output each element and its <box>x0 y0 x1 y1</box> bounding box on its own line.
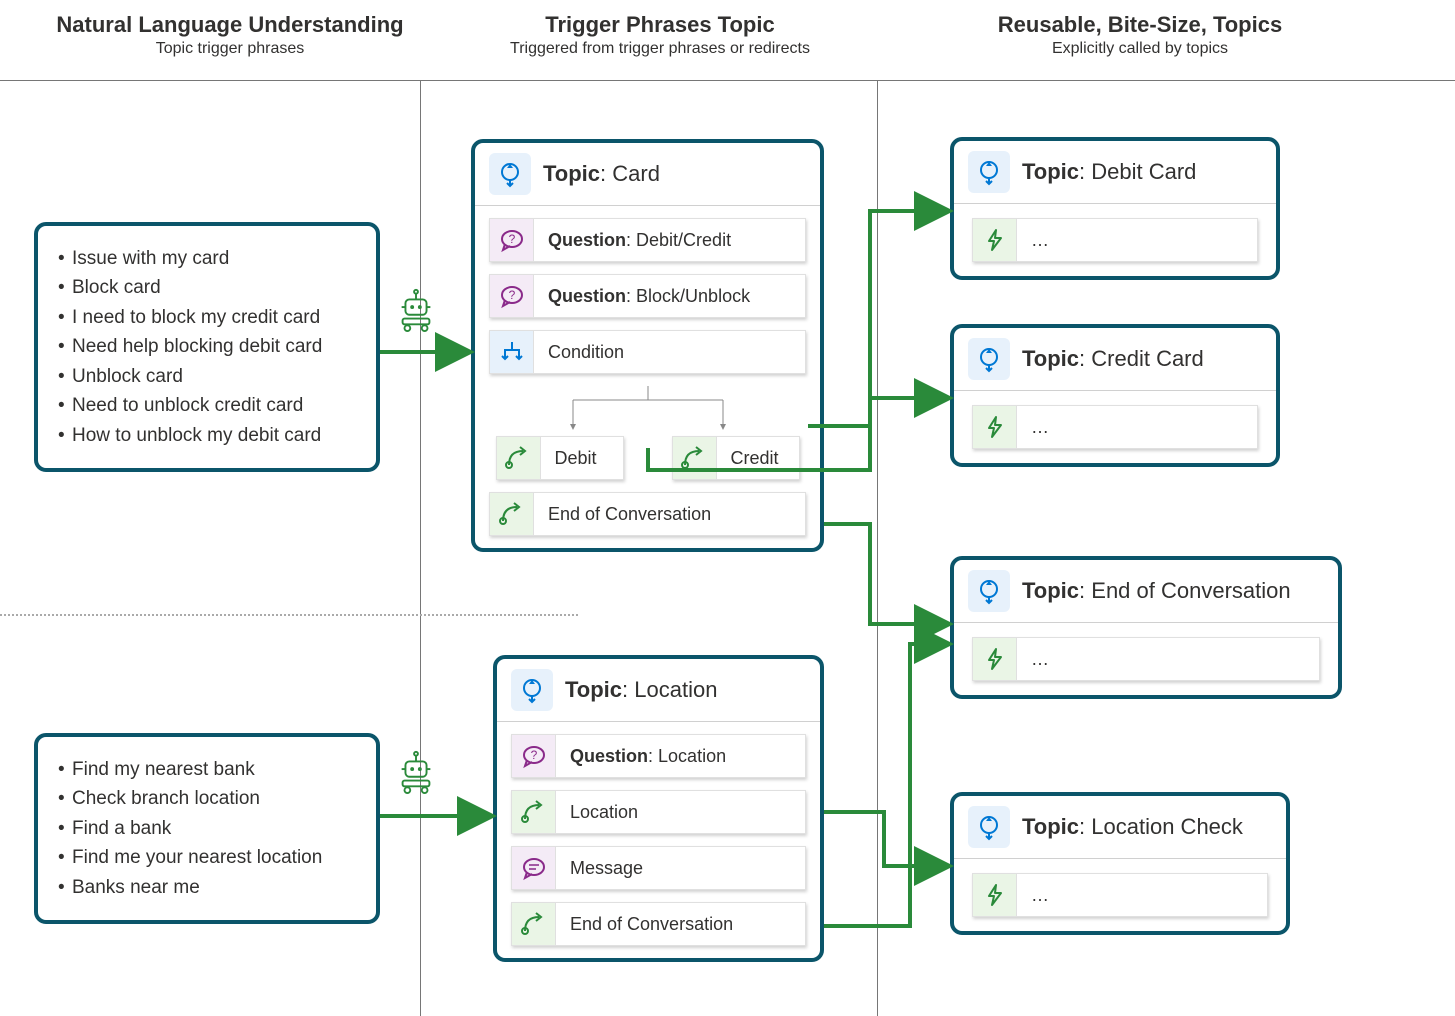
col3-title: Reusable, Bite-Size, Topics <box>920 12 1360 38</box>
message-label: Message <box>556 858 805 879</box>
question-node: ? Question: Location <box>511 734 806 778</box>
column-header-2: Trigger Phrases Topic Triggered from tri… <box>450 12 870 58</box>
topic-card: Topic: Card ? Question: Debit/Credit ? Q… <box>471 139 824 552</box>
redirect-node-eoc: End of Conversation <box>489 492 806 536</box>
phrase-item: Banks near me <box>58 873 356 902</box>
phrase-item: Check branch location <box>58 784 356 813</box>
action-node: … <box>972 873 1268 917</box>
location-label: Location <box>556 802 805 823</box>
svg-text:?: ? <box>530 748 537 762</box>
eoc-label: End of Conversation <box>556 914 805 935</box>
phrase-item: Unblock card <box>58 362 356 391</box>
question-icon: ? <box>490 219 534 261</box>
bot-icon <box>393 748 439 794</box>
topic-header: Topic: Location Check <box>954 796 1286 858</box>
redirect-icon <box>490 493 534 535</box>
action-node: … <box>972 218 1258 262</box>
phrase-item: Block card <box>58 273 356 302</box>
branch-label: Debit <box>541 448 623 469</box>
svg-text:?: ? <box>508 288 515 302</box>
topic-location-body: ? Question: Location Location Message En… <box>497 721 820 958</box>
phrase-item: Issue with my card <box>58 244 356 273</box>
redirect-icon <box>512 791 556 833</box>
vertical-divider-2 <box>877 80 878 1016</box>
topic-debit-card: Topic: Debit Card … <box>950 137 1280 280</box>
trigger-icon <box>511 669 553 711</box>
bot-icon <box>393 286 439 332</box>
redirect-node-credit: Credit <box>672 436 800 480</box>
phrase-item: Need to unblock credit card <box>58 391 356 420</box>
condition-icon <box>490 331 534 373</box>
trigger-icon <box>489 153 531 195</box>
trigger-phrases-card: Issue with my card Block card I need to … <box>34 222 380 472</box>
topic-card-header: Topic: Card <box>475 143 820 205</box>
question-icon: ? <box>512 735 556 777</box>
topic-eoc: Topic: End of Conversation … <box>950 556 1342 699</box>
condition-label: Condition <box>534 342 805 363</box>
trigger-phrases-list-1: Issue with my card Block card I need to … <box>58 244 356 450</box>
topic-location-title: Topic: Location <box>565 677 717 703</box>
question-icon: ? <box>490 275 534 317</box>
redirect-icon <box>673 437 717 479</box>
message-node: Message <box>511 846 806 890</box>
col2-subtitle: Triggered from trigger phrases or redire… <box>450 40 870 58</box>
trigger-phrases-location: Find my nearest bank Check branch locati… <box>34 733 380 924</box>
lightning-icon <box>973 874 1017 916</box>
trigger-icon <box>968 806 1010 848</box>
horizontal-divider <box>0 80 1455 81</box>
col3-subtitle: Explicitly called by topics <box>920 40 1360 58</box>
redirect-node-eoc: End of Conversation <box>511 902 806 946</box>
trigger-icon <box>968 570 1010 612</box>
redirect-icon <box>497 437 541 479</box>
action-node: … <box>972 637 1320 681</box>
phrase-item: Find my nearest bank <box>58 755 356 784</box>
topic-header: Topic: Debit Card <box>954 141 1276 203</box>
dotted-row-divider <box>0 614 578 616</box>
action-node: … <box>972 405 1258 449</box>
redirect-node-debit: Debit <box>496 436 624 480</box>
col1-title: Natural Language Understanding <box>40 12 420 38</box>
phrase-item: I need to block my credit card <box>58 303 356 332</box>
topic-header: Topic: End of Conversation <box>954 560 1338 622</box>
redirect-icon <box>512 903 556 945</box>
condition-node: Condition <box>489 330 806 374</box>
topic-location-check: Topic: Location Check … <box>950 792 1290 935</box>
topic-header: Topic: Credit Card <box>954 328 1276 390</box>
question-node: ? Question: Block/Unblock <box>489 274 806 318</box>
column-header-1: Natural Language Understanding Topic tri… <box>40 12 420 58</box>
robot-icon <box>393 286 439 332</box>
robot-icon <box>393 748 439 794</box>
col2-title: Trigger Phrases Topic <box>450 12 870 38</box>
svg-text:?: ? <box>508 232 515 246</box>
vertical-divider-1 <box>420 80 421 1016</box>
lightning-icon <box>973 406 1017 448</box>
condition-branches: Debit Credit <box>489 386 806 480</box>
topic-card-title: Topic: Card <box>543 161 660 187</box>
lightning-icon <box>973 219 1017 261</box>
lightning-icon <box>973 638 1017 680</box>
phrase-item: How to unblock my debit card <box>58 421 356 450</box>
phrase-item: Find a bank <box>58 814 356 843</box>
topic-location: Topic: Location ? Question: Location Loc… <box>493 655 824 962</box>
question-node: ? Question: Debit/Credit <box>489 218 806 262</box>
topic-card-body: ? Question: Debit/Credit ? Question: Blo… <box>475 205 820 548</box>
branch-label: Credit <box>717 448 799 469</box>
phrase-item: Find me your nearest location <box>58 843 356 872</box>
redirect-node-location: Location <box>511 790 806 834</box>
phrase-item: Need help blocking debit card <box>58 332 356 361</box>
trigger-icon <box>968 338 1010 380</box>
topic-location-header: Topic: Location <box>497 659 820 721</box>
eoc-label: End of Conversation <box>534 504 805 525</box>
trigger-icon <box>968 151 1010 193</box>
trigger-phrases-list-2: Find my nearest bank Check branch locati… <box>58 755 356 902</box>
col1-subtitle: Topic trigger phrases <box>40 40 420 58</box>
message-icon <box>512 847 556 889</box>
branch-connector <box>508 386 788 436</box>
column-header-3: Reusable, Bite-Size, Topics Explicitly c… <box>920 12 1360 58</box>
topic-credit-card: Topic: Credit Card … <box>950 324 1280 467</box>
